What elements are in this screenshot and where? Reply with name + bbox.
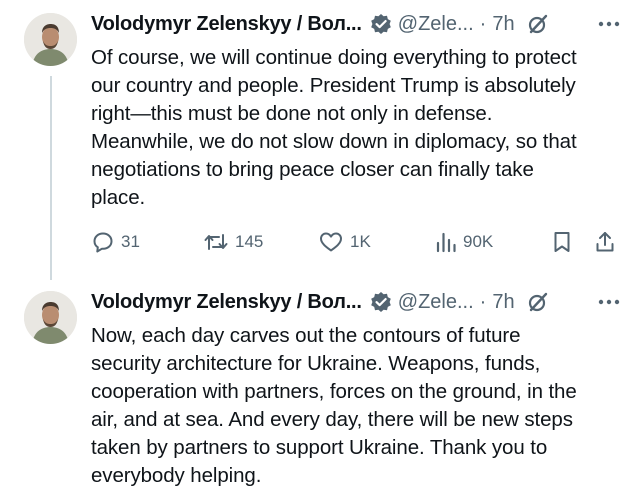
views-count: 90K <box>463 232 494 251</box>
tweet[interactable]: Volodymyr Zelenskyy / Вол... @Zele... · … <box>0 280 640 493</box>
verified-badge-icon <box>370 13 392 35</box>
author-handle[interactable]: @Zele... <box>398 13 474 36</box>
author-handle[interactable]: @Zele... <box>398 291 474 314</box>
more-icon[interactable] <box>596 291 622 313</box>
like-count: 1K <box>350 232 371 251</box>
tweet-actions: 31 145 1K 90K <box>91 228 620 256</box>
reply-button[interactable]: 31 <box>91 228 140 256</box>
views-button[interactable]: 90K <box>435 228 493 256</box>
grok-icon[interactable] <box>527 13 549 35</box>
author-name[interactable]: Volodymyr Zelenskyy / Вол... <box>91 291 362 314</box>
bookmark-button[interactable] <box>551 228 573 256</box>
bookmark-icon <box>551 230 573 254</box>
timestamp[interactable]: 7h <box>492 13 514 36</box>
separator-dot: · <box>479 12 487 35</box>
share-icon <box>594 230 616 254</box>
tweet-text: Of course, we will continue doing everyt… <box>91 46 577 209</box>
repost-button[interactable]: 145 <box>203 228 263 256</box>
avatar[interactable] <box>24 291 77 344</box>
repost-icon <box>203 230 229 254</box>
avatar[interactable] <box>24 13 77 66</box>
repost-count: 145 <box>235 232 264 251</box>
like-button[interactable]: 1K <box>318 228 371 256</box>
tweet-header: Volodymyr Zelenskyy / Вол... @Zele... · … <box>91 9 622 39</box>
reply-icon <box>91 230 115 254</box>
grok-icon[interactable] <box>527 291 549 313</box>
separator-dot: · <box>479 290 487 313</box>
reply-count: 31 <box>121 232 140 251</box>
tweet-header: Volodymyr Zelenskyy / Вол... @Zele... · … <box>91 287 622 317</box>
tweet[interactable]: Volodymyr Zelenskyy / Вол... @Zele... · … <box>0 0 640 280</box>
more-icon[interactable] <box>596 13 622 35</box>
verified-badge-icon <box>370 291 392 313</box>
like-icon <box>318 230 344 254</box>
share-button[interactable] <box>594 228 616 256</box>
author-name[interactable]: Volodymyr Zelenskyy / Вол... <box>91 13 362 36</box>
views-icon <box>435 230 457 254</box>
timestamp[interactable]: 7h <box>492 291 514 314</box>
tweet-text: Now, each day carves out the contours of… <box>91 324 577 487</box>
